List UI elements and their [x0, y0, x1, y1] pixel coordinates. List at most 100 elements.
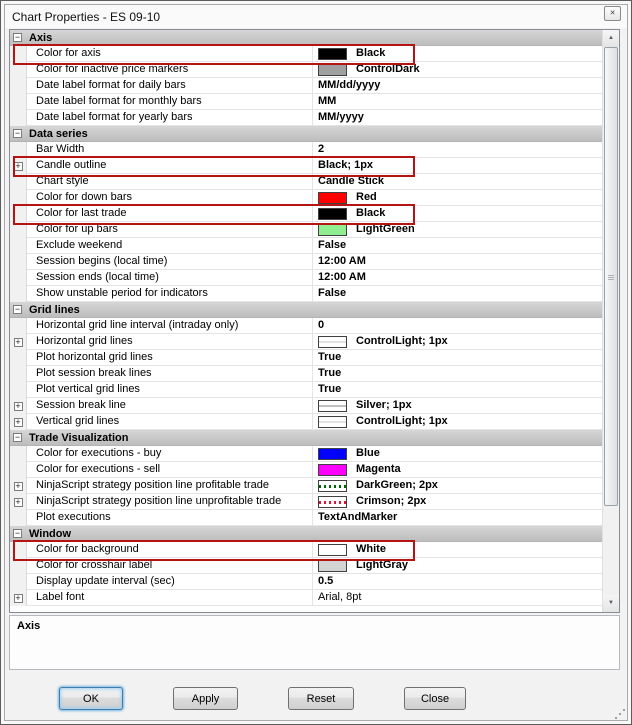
property-row[interactable]: Bar Width 2 — [10, 142, 602, 158]
property-value[interactable]: 12:00 AM — [313, 254, 602, 270]
property-row[interactable]: Horizontal grid line interval (intraday … — [10, 318, 602, 334]
property-row[interactable]: + Label font Arial, 8pt — [10, 590, 602, 606]
property-value[interactable]: ControlLight; 1px — [313, 414, 602, 430]
property-row[interactable]: + Horizontal grid lines ControlLight; 1px — [10, 334, 602, 350]
property-value[interactable]: True — [313, 382, 602, 398]
property-row[interactable]: Color for up bars LightGreen — [10, 222, 602, 238]
property-row[interactable]: Color for inactive price markers ControlD… — [10, 62, 602, 78]
property-row[interactable]: + NinjaScript strategy position line prof… — [10, 478, 602, 494]
property-row[interactable]: Color for executions - buy Blue — [10, 446, 602, 462]
ok-button[interactable]: OK — [59, 687, 123, 710]
property-value[interactable]: 0.5 — [313, 574, 602, 590]
property-row[interactable]: Date label format for monthly bars MM — [10, 94, 602, 110]
property-value[interactable]: TextAndMarker — [313, 510, 602, 526]
property-row[interactable]: Session ends (local time) 12:00 AM — [10, 270, 602, 286]
property-value[interactable]: Black — [313, 46, 602, 62]
property-value[interactable]: ControlDark — [313, 62, 602, 78]
section-header-axis[interactable]: − Axis — [10, 30, 602, 46]
resize-grip-icon[interactable] — [615, 709, 625, 719]
property-value[interactable]: Black; 1px — [313, 158, 602, 174]
expand-icon[interactable]: + — [13, 337, 23, 347]
property-value[interactable]: DarkGreen; 2px — [313, 478, 602, 494]
collapse-icon[interactable]: − — [13, 433, 22, 442]
row-indent: + — [10, 158, 27, 174]
property-value-text: TextAndMarker — [318, 511, 398, 523]
property-row[interactable]: Plot executions TextAndMarker — [10, 510, 602, 526]
property-value[interactable]: 12:00 AM — [313, 270, 602, 286]
collapse-icon[interactable]: − — [13, 305, 22, 314]
property-row[interactable]: Plot vertical grid lines True — [10, 382, 602, 398]
property-row[interactable]: Color for axis Black — [10, 44, 602, 65]
property-value[interactable]: True — [313, 366, 602, 382]
property-row[interactable]: + Candle outline Black; 1px — [10, 156, 602, 177]
collapse-icon[interactable]: − — [13, 129, 22, 138]
property-value[interactable]: True — [313, 350, 602, 366]
property-row[interactable]: Plot session break lines True — [10, 366, 602, 382]
scroll-up-button[interactable]: ▲ — [603, 30, 619, 47]
property-value[interactable]: LightGray — [313, 558, 602, 574]
property-value[interactable]: Blue — [313, 446, 602, 462]
property-row[interactable]: Color for background White — [10, 540, 602, 561]
property-name: Color for inactive price markers — [27, 62, 313, 78]
property-row[interactable]: Exclude weekend False — [10, 238, 602, 254]
row-indent — [10, 46, 27, 62]
property-value[interactable]: False — [313, 286, 602, 302]
property-value[interactable]: Red — [313, 190, 602, 206]
property-value[interactable]: MM — [313, 94, 602, 110]
collapse-icon[interactable]: − — [13, 529, 22, 538]
property-row[interactable]: Plot horizontal grid lines True — [10, 350, 602, 366]
expand-icon[interactable]: + — [13, 497, 23, 507]
property-value[interactable]: Silver; 1px — [313, 398, 602, 414]
close-dialog-button[interactable]: Close — [404, 687, 466, 710]
property-row[interactable]: Color for last trade Black — [10, 204, 602, 225]
property-value[interactable]: MM/yyyy — [313, 110, 602, 126]
property-row[interactable]: Display update interval (sec) 0.5 — [10, 574, 602, 590]
close-button[interactable]: ✕ — [604, 6, 621, 21]
property-row[interactable]: + Vertical grid lines ControlLight; 1px — [10, 414, 602, 430]
section-header-window[interactable]: − Window — [10, 526, 602, 542]
vertical-scrollbar[interactable]: ▲ ▼ — [602, 30, 619, 612]
expand-icon[interactable]: + — [13, 161, 23, 171]
expand-icon[interactable]: + — [13, 481, 23, 491]
property-value[interactable]: ControlLight; 1px — [313, 334, 602, 350]
property-row[interactable]: Date label format for yearly bars MM/yyyy — [10, 110, 602, 126]
expand-icon[interactable]: + — [13, 417, 23, 427]
property-value[interactable]: Black — [313, 206, 602, 222]
property-value[interactable]: Arial, 8pt — [313, 590, 602, 606]
section-label: Window — [29, 527, 72, 540]
apply-button[interactable]: Apply — [173, 687, 238, 710]
property-value[interactable]: Magenta — [313, 462, 602, 478]
property-value[interactable]: 2 — [313, 142, 602, 158]
property-value[interactable]: 0 — [313, 318, 602, 334]
property-value[interactable]: Crimson; 2px — [313, 494, 602, 510]
property-row[interactable]: + NinjaScript strategy position line unpr… — [10, 494, 602, 510]
property-value-text: 12:00 AM — [318, 271, 366, 283]
property-row[interactable]: + Session break line Silver; 1px — [10, 398, 602, 414]
property-row[interactable]: Date label format for daily bars MM/dd/yy… — [10, 78, 602, 94]
property-row[interactable]: Session begins (local time) 12:00 AM — [10, 254, 602, 270]
property-row[interactable]: Color for crosshair label LightGray — [10, 558, 602, 574]
reset-button[interactable]: Reset — [288, 687, 354, 710]
property-row[interactable]: Color for executions - sell Magenta — [10, 462, 602, 478]
property-value[interactable]: False — [313, 238, 602, 254]
collapse-icon[interactable]: − — [13, 33, 22, 42]
section-header-data-series[interactable]: − Data series — [10, 126, 602, 142]
scrollbar-thumb[interactable] — [604, 47, 618, 506]
section-header-grid-lines[interactable]: − Grid lines — [10, 302, 602, 318]
property-value[interactable]: MM/dd/yyyy — [313, 78, 602, 94]
property-value[interactable]: Candle Stick — [313, 174, 602, 190]
property-row[interactable]: Chart style Candle Stick — [10, 174, 602, 190]
scroll-down-button[interactable]: ▼ — [603, 595, 619, 612]
property-value[interactable]: LightGreen — [313, 222, 602, 238]
row-indent — [10, 270, 27, 286]
property-value-text: Arial, 8pt — [318, 591, 362, 603]
section-header-trade-visualization[interactable]: − Trade Visualization — [10, 430, 602, 446]
expand-icon[interactable]: + — [13, 401, 23, 411]
property-row[interactable]: Show unstable period for indicators False — [10, 286, 602, 302]
expand-icon[interactable]: + — [13, 593, 23, 603]
property-row[interactable]: Color for down bars Red — [10, 190, 602, 206]
description-title: Axis — [17, 620, 41, 632]
property-value[interactable]: White — [313, 542, 602, 558]
color-swatch — [318, 63, 347, 76]
color-swatch — [318, 207, 347, 220]
